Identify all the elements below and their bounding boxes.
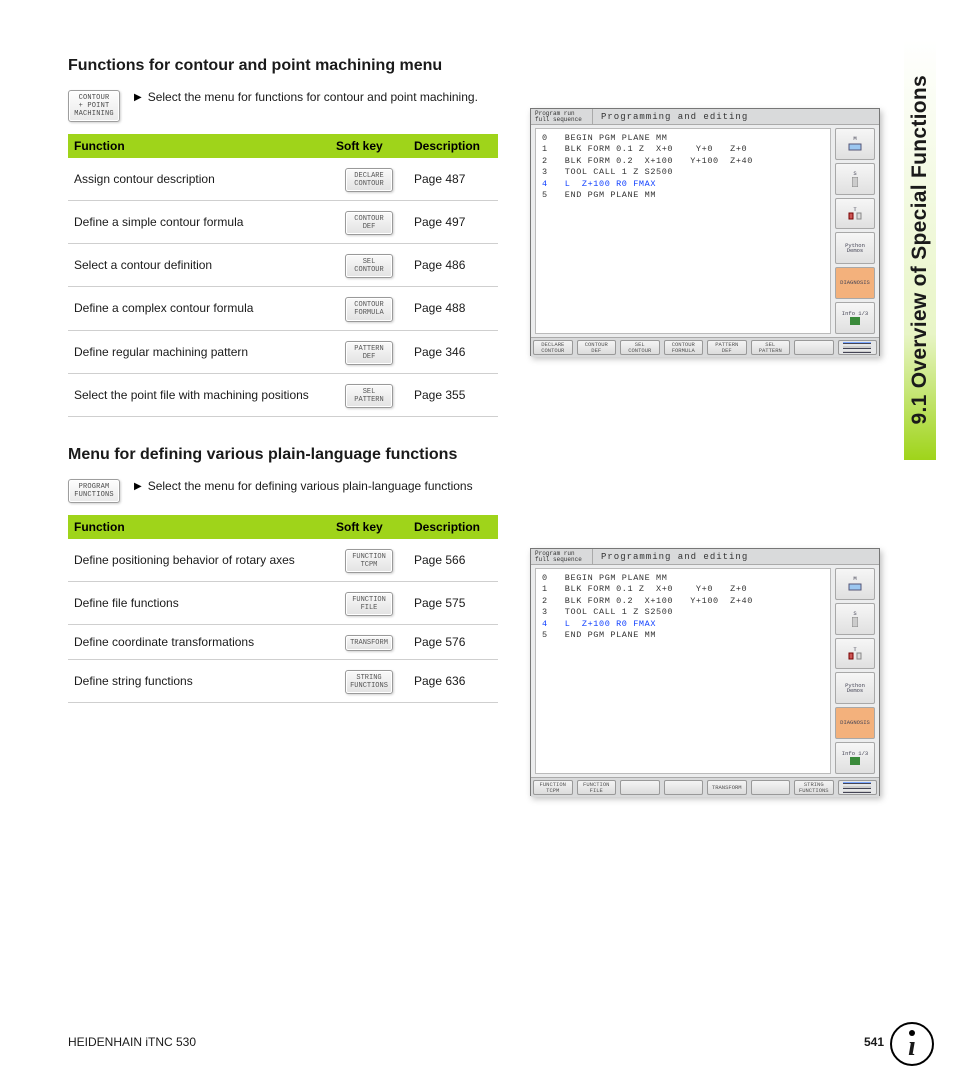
info-icon: ı: [890, 1022, 934, 1066]
arrow-icon: ▶: [134, 90, 142, 105]
table-row: Define file functions FUNCTION FILE Page…: [68, 581, 498, 624]
cnc-softkey-indicator: [838, 340, 878, 355]
cnc-softkey[interactable]: FUNCTION TCPM: [533, 780, 573, 795]
softkey-button[interactable]: SEL CONTOUR: [345, 254, 393, 278]
cnc-softkey-row: DECLARE CONTOUR CONTOUR DEF SEL CONTOUR …: [531, 337, 879, 357]
cnc-side-info-icon[interactable]: Info 1/3: [835, 302, 875, 334]
table-row: Assign contour description DECLARE CONTO…: [68, 158, 498, 201]
col-description: Description: [408, 515, 498, 539]
cnc-mode: Program run full sequence: [531, 549, 593, 564]
cnc-softkey[interactable]: CONTOUR DEF: [577, 340, 617, 355]
cnc-side-t-icon[interactable]: T: [835, 198, 875, 230]
col-description: Description: [408, 134, 498, 158]
col-function: Function: [68, 134, 330, 158]
cnc-side-info-icon[interactable]: Info 1/3: [835, 742, 875, 774]
softkey-button[interactable]: STRING FUNCTIONS: [345, 670, 393, 694]
table-row: Define a simple contour formula CONTOUR …: [68, 201, 498, 244]
table-row: Define string functions STRING FUNCTIONS…: [68, 660, 498, 703]
softkey-button[interactable]: CONTOUR FORMULA: [345, 297, 393, 321]
table-row: Select a contour definition SEL CONTOUR …: [68, 244, 498, 287]
cnc-title: Programming and editing: [593, 549, 879, 564]
section2-intro-text: Select the menu for defining various pla…: [148, 479, 473, 494]
cnc-softkey[interactable]: DECLARE CONTOUR: [533, 340, 573, 355]
softkey-button[interactable]: CONTOUR DEF: [345, 211, 393, 235]
cnc-softkey[interactable]: SEL PATTERN: [751, 340, 791, 355]
cnc-side-diagnosis-icon[interactable]: DIAGNOSIS: [835, 707, 875, 739]
section2-table: Function Soft key Description Define pos…: [68, 515, 498, 703]
cnc-softkey-empty: .: [620, 780, 660, 795]
side-tab-text: 9.1 Overview of Special Functions: [908, 75, 932, 425]
cnc-side-m-icon[interactable]: M: [835, 568, 875, 600]
cnc-side-s-icon[interactable]: S: [835, 603, 875, 635]
softkey-button[interactable]: TRANSFORM: [345, 635, 393, 651]
softkey-button[interactable]: PATTERN DEF: [345, 341, 393, 365]
cnc-softkey-row: FUNCTION TCPM FUNCTION FILE . . TRANSFOR…: [531, 777, 879, 797]
cnc-softkey[interactable]: SEL CONTOUR: [620, 340, 660, 355]
softkey-button[interactable]: DECLARE CONTOUR: [345, 168, 393, 192]
cnc-side-m-icon[interactable]: M: [835, 128, 875, 160]
cnc-softkey[interactable]: TRANSFORM: [707, 780, 747, 795]
softkey-button[interactable]: FUNCTION FILE: [345, 592, 393, 616]
cnc-side-python-icon[interactable]: Python Demos: [835, 672, 875, 704]
cnc-side-panel: M S T Python Demos DIAGNOSIS Info 1/3: [835, 128, 875, 334]
table-row: Select the point file with machining pos…: [68, 373, 498, 416]
col-softkey: Soft key: [330, 515, 408, 539]
cnc-softkey-empty: .: [794, 340, 834, 355]
softkey-button[interactable]: FUNCTION TCPM: [345, 549, 393, 573]
cnc-code-listing: 0 BEGIN PGM PLANE MM 1 BLK FORM 0.1 Z X+…: [535, 568, 831, 774]
table-row: Define a complex contour formula CONTOUR…: [68, 287, 498, 330]
arrow-icon: ▶: [134, 479, 142, 494]
col-softkey: Soft key: [330, 134, 408, 158]
cnc-softkey[interactable]: STRING FUNCTIONS: [794, 780, 834, 795]
cnc-code-listing: 0 BEGIN PGM PLANE MM 1 BLK FORM 0.1 Z X+…: [535, 128, 831, 334]
cnc-screenshot-2: Program run full sequence Programming an…: [530, 548, 880, 796]
cnc-screenshot-1: Program run full sequence Programming an…: [530, 108, 880, 356]
table-row: Define coordinate transformations TRANSF…: [68, 624, 498, 659]
cnc-softkey-empty: .: [751, 780, 791, 795]
footer-product: HEIDENHAIN iTNC 530: [68, 1035, 196, 1049]
section2-intro: ▶ Select the menu for defining various p…: [134, 479, 473, 494]
table-row: Define positioning behavior of rotary ax…: [68, 539, 498, 582]
cnc-softkey[interactable]: PATTERN DEF: [707, 340, 747, 355]
cnc-side-t-icon[interactable]: T: [835, 638, 875, 670]
cnc-softkey[interactable]: CONTOUR FORMULA: [664, 340, 704, 355]
section1-intro-text: Select the menu for functions for contou…: [148, 90, 478, 105]
table-row: Define regular machining pattern PATTERN…: [68, 330, 498, 373]
cnc-title: Programming and editing: [593, 109, 879, 124]
section1-table: Function Soft key Description Assign con…: [68, 134, 498, 417]
softkey-button[interactable]: SEL PATTERN: [345, 384, 393, 408]
contour-point-machining-menu-button[interactable]: CONTOUR + POINT MACHINING: [68, 90, 120, 122]
footer-page-number: 541: [864, 1035, 884, 1049]
cnc-side-s-icon[interactable]: S: [835, 163, 875, 195]
section1-intro: ▶ Select the menu for functions for cont…: [134, 90, 478, 105]
col-function: Function: [68, 515, 330, 539]
cnc-softkey-indicator: [838, 780, 878, 795]
section-side-tab: 9.1 Overview of Special Functions: [904, 40, 936, 460]
cnc-side-diagnosis-icon[interactable]: DIAGNOSIS: [835, 267, 875, 299]
section1-title: Functions for contour and point machinin…: [68, 56, 498, 76]
section2-title: Menu for defining various plain-language…: [68, 445, 498, 465]
program-functions-menu-button[interactable]: PROGRAM FUNCTIONS: [68, 479, 120, 503]
cnc-softkey-empty: .: [664, 780, 704, 795]
cnc-mode: Program run full sequence: [531, 109, 593, 124]
cnc-side-panel: M S T Python Demos DIAGNOSIS Info 1/3: [835, 568, 875, 774]
cnc-side-python-icon[interactable]: Python Demos: [835, 232, 875, 264]
cnc-softkey[interactable]: FUNCTION FILE: [577, 780, 617, 795]
